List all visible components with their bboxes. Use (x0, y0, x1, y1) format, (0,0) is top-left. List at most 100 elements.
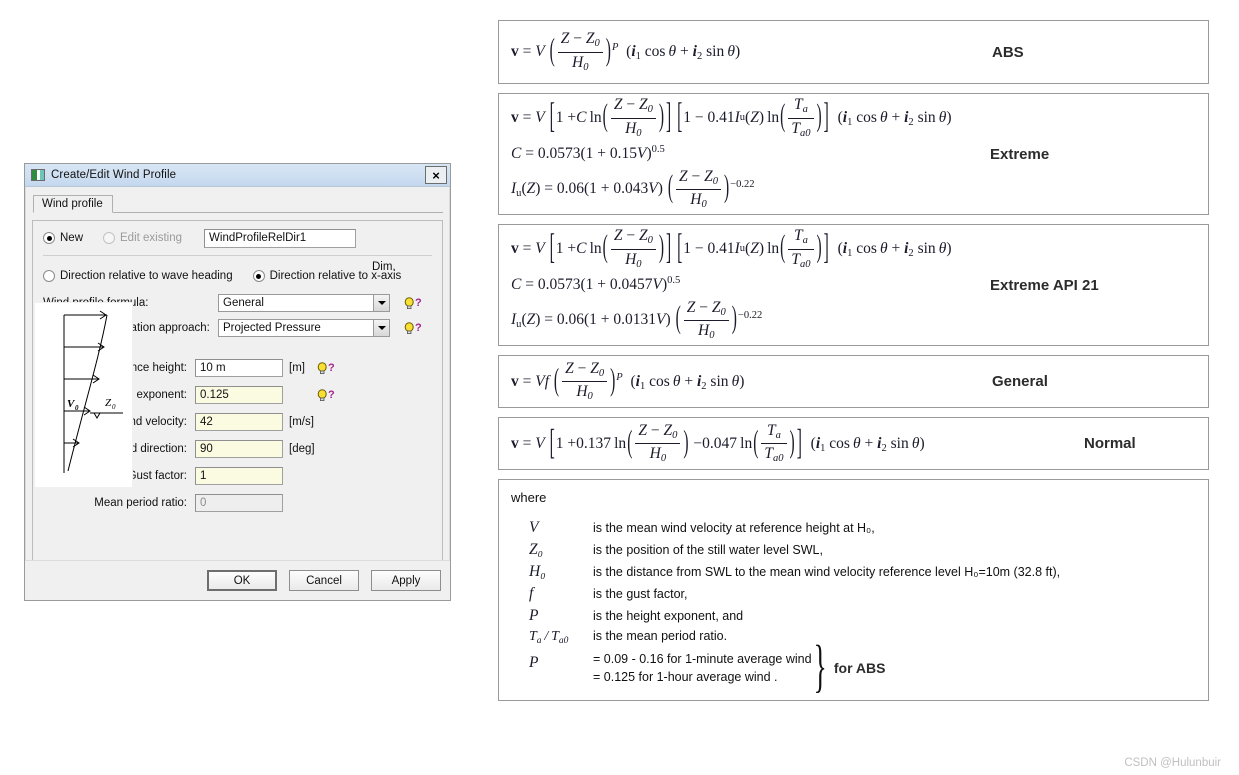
watermark: CSDN @Hulunbuir (1124, 757, 1221, 769)
radio-direction-relative-wave-heading[interactable] (43, 270, 55, 282)
apply-button[interactable]: Apply (371, 570, 441, 591)
definition-symbol: V (529, 519, 539, 536)
mode-row: New Edit existing (43, 228, 432, 248)
definition-description: is the height exponent, and (593, 609, 744, 623)
wind-profile-exponent-help-icon[interactable]: ? (317, 388, 335, 402)
radio-edit-existing[interactable] (103, 232, 116, 244)
definition-description: is the mean period ratio. (593, 629, 728, 643)
dim-column-header: Dim. (372, 261, 396, 273)
dialog-title: Create/Edit Wind Profile (51, 169, 177, 181)
create-edit-wind-profile-dialog: Create/Edit Wind Profile × Wind profile … (24, 163, 451, 601)
definition-description: is the distance from SWL to the mean win… (593, 565, 1061, 579)
definition-description: is the mean wind velocity at reference h… (593, 521, 875, 535)
definition-row: f is the gust factor, (511, 583, 1196, 605)
tab-wind-profile[interactable]: Wind profile (33, 195, 113, 213)
radio-direction-relative-x-axis[interactable] (252, 270, 265, 282)
definition-symbol: f (529, 585, 534, 602)
svg-text:Z: Z (105, 397, 112, 409)
definition-row: V is the mean wind velocity at reference… (511, 517, 1196, 539)
formula-box-extreme-api-21: v = V [ 1 + C ln (Z − Z0 H0) ] [ 1 − 0.41… (498, 224, 1209, 346)
reference-height-input[interactable] (195, 359, 283, 377)
normal-b-coeff: 0.047 (702, 434, 738, 452)
formula-name-general: General (992, 373, 1048, 390)
wind-profile-group: New Edit existing Direction relative to … (32, 220, 443, 571)
formula-normal-equation: v = V [ 1 + 0.137 ln (Z − Z0 H0) − 0.047 … (511, 421, 925, 465)
p-values-block: = 0.09 - 0.16 for 1-minute average wind … (593, 638, 1196, 696)
average-wind-velocity-dim: [m/s] (289, 416, 314, 428)
wind-profile-formula-select[interactable]: General (218, 294, 390, 312)
where-definitions-box: where V is the mean wind velocity at ref… (498, 479, 1209, 701)
tabstrip: Wind profile (33, 193, 443, 213)
wind-force-approach-help-icon[interactable]: ? (404, 321, 422, 335)
mean-period-ratio-label: Mean period ratio: (94, 497, 187, 509)
ok-button[interactable]: OK (207, 570, 277, 591)
formula-box-extreme: v = V [ 1 + C ln (Z − Z0 H0) ] [ 1 − 0.41… (498, 93, 1209, 215)
formula-name-abs: ABS (992, 43, 1024, 61)
curly-brace-icon: } (813, 635, 827, 699)
formula-extreme-api-21-equation: v = V [ 1 + C ln (Z − Z0 H0) ] [ 1 − 0.41… (511, 227, 952, 342)
formula-extreme-equation: v = V [ 1 + C ln (Z − Z0 H0) ] [ 1 − 0.41… (511, 96, 952, 211)
help-question-mark: ? (415, 321, 422, 334)
definition-symbol: H₀ (529, 563, 546, 580)
definitions-table: V is the mean wind velocity at reference… (511, 517, 1196, 696)
field-row-mean-period-ratio: Mean period ratio: (43, 494, 432, 512)
chevron-down-icon[interactable] (373, 320, 389, 336)
profile-name-input[interactable] (204, 228, 357, 248)
lightbulb-icon (404, 296, 414, 309)
wind-profile-exponent-input[interactable] (195, 386, 283, 404)
svg-text:0: 0 (75, 404, 79, 412)
definition-symbol: P (529, 607, 539, 624)
radio-new[interactable] (43, 232, 55, 244)
normal-a-coeff: 0.137 (576, 434, 612, 452)
help-question-mark: ? (328, 361, 335, 374)
help-question-mark: ? (328, 388, 335, 401)
formula-general-equation: v = Vf (Z − Z0 H0) P (i1 cos θ + i2 sin θ) (511, 359, 745, 403)
definition-description: is the position of the still water level… (593, 543, 823, 557)
dialog-titlebar[interactable]: Create/Edit Wind Profile × (25, 164, 450, 187)
reference-height-dim: [m] (289, 362, 305, 374)
formula-name-normal: Normal (1084, 435, 1136, 452)
definition-symbol: Z₀ (529, 541, 544, 558)
definition-row: H₀ is the distance from SWL to the mean … (511, 561, 1196, 583)
p-value-line-1: = 0.09 - 0.16 for 1-minute average wind (593, 651, 812, 666)
definition-symbol: Ta / Ta0 (529, 629, 569, 646)
extreme-iu-coeff: 0.043 (613, 180, 649, 198)
wind-profile-formula-value: General (223, 297, 264, 309)
radio-direction-relative-wave-heading-label: Direction relative to wave heading (60, 270, 233, 282)
average-wind-velocity-input[interactable] (195, 413, 283, 431)
formula-name-extreme-api-21: Extreme API 21 (990, 276, 1099, 294)
radio-new-label: New (60, 232, 84, 244)
lightbulb-icon (404, 321, 414, 334)
api21-iu-coeff: 0.0131 (613, 311, 657, 329)
lightbulb-icon (317, 388, 327, 401)
wind-force-approach-select[interactable]: Projected Pressure (218, 319, 390, 337)
formula-name-extreme: Extreme (990, 145, 1050, 163)
cancel-button[interactable]: Cancel (289, 570, 359, 591)
definition-row: Ta / Ta0 is the mean period ratio. (511, 627, 1196, 648)
formula-abs-equation: v = V ( Z − Z0 H0 ) P (i1 cos θ + i2 sin θ… (511, 30, 741, 73)
p-values-symbol: P (529, 653, 539, 671)
radio-edit-existing-label: Edit existing (120, 232, 183, 244)
wind-profile-sketch: V 0 Z 0 (34, 302, 133, 488)
lightbulb-icon (317, 361, 327, 374)
where-label: where (511, 490, 547, 505)
chevron-down-icon[interactable] (373, 295, 389, 311)
formula-box-general: v = Vf (Z − Z0 H0) P (i1 cos θ + i2 sin θ)… (498, 355, 1209, 408)
extreme-c-coeff: 0.15 (609, 145, 637, 163)
close-icon[interactable]: × (425, 166, 447, 184)
window-icon (31, 169, 45, 181)
divider (43, 255, 432, 256)
dialog-footer: OK Cancel Apply (25, 560, 450, 600)
definition-row: Z₀ is the position of the still water le… (511, 539, 1196, 561)
wind-profile-formula-help-icon[interactable]: ? (404, 296, 422, 310)
formula-box-normal: v = V [ 1 + 0.137 ln (Z − Z0 H0) − 0.047 … (498, 417, 1209, 470)
wind-direction-input[interactable] (195, 440, 283, 458)
wind-direction-dim: [deg] (289, 443, 315, 455)
p-values-row: P = 0.09 - 0.16 for 1-minute average win… (511, 638, 1196, 696)
api21-c-coeff: 0.0457 (609, 276, 653, 294)
p-values-annotation: for ABS (833, 659, 886, 676)
definition-description: is the gust factor, (593, 587, 688, 601)
formula-box-abs: v = V ( Z − Z0 H0 ) P (i1 cos θ + i2 sin θ… (498, 20, 1209, 84)
gust-factor-input[interactable] (195, 467, 283, 485)
reference-height-help-icon[interactable]: ? (317, 361, 335, 375)
